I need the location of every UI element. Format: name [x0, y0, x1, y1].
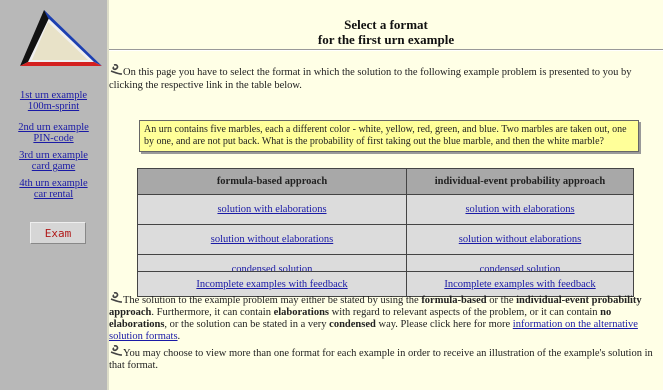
para-text: or the: [486, 295, 517, 306]
event-without-elaborations-link[interactable]: solution without elaborations: [459, 234, 582, 245]
main-content: Select a format for the first urn exampl…: [109, 0, 663, 390]
intro-text: On this page you have to select the form…: [109, 67, 632, 91]
sidebar-link-urn-3[interactable]: 3rd urn example card game: [0, 150, 107, 172]
bold-term: elaborations: [273, 307, 329, 318]
para-text: way. Please click here for more: [375, 319, 513, 330]
para-text: .: [177, 331, 181, 342]
bullet-scribble-icon: [110, 292, 123, 303]
format-table: formula-based approach individual-event …: [137, 168, 634, 285]
triangle-logo-icon: [20, 10, 102, 66]
bullet-scribble-icon: [110, 345, 123, 356]
intro-paragraph: On this page you have to select the form…: [109, 64, 663, 92]
nav-link-line1: 3rd urn example: [19, 150, 88, 161]
para-text: . Furthermore, it can contain: [151, 307, 274, 318]
para-text: with regard to relevant aspects of the p…: [329, 307, 601, 318]
page-title: Select a format for the first urn exampl…: [109, 17, 663, 47]
nav-link-line2: car rental: [33, 189, 74, 200]
title-line2: for the first urn example: [317, 32, 455, 47]
nav-link-line2: PIN-code: [33, 133, 74, 144]
table-row: solution without elaborations solution w…: [137, 224, 634, 255]
table-header-row: formula-based approach individual-event …: [137, 168, 634, 195]
nav-link-line2: card game: [31, 161, 76, 172]
event-with-elaborations-link[interactable]: solution with elaborations: [465, 204, 574, 215]
para-text: The solution to the example problem may …: [123, 295, 422, 306]
bullet-scribble-icon: [110, 64, 123, 75]
nav-link-line2: 100m-sprint: [27, 101, 80, 112]
nav-link-line1: 4th urn example: [19, 178, 88, 189]
multiple-formats-paragraph: You may choose to view more than one for…: [109, 345, 663, 372]
para-text: , or the solution can be stated in a ver…: [164, 319, 330, 330]
table-cell: solution with elaborations: [137, 194, 407, 225]
sidebar-link-urn-2[interactable]: 2nd urn example PIN-code: [0, 122, 107, 144]
formats-explanation-paragraph: The solution to the example problem may …: [109, 292, 663, 343]
nav-link-line1: 2nd urn example: [18, 122, 89, 133]
formula-without-elaborations-link[interactable]: solution without elaborations: [211, 234, 334, 245]
column-header-individual-event: individual-event probability approach: [406, 168, 634, 195]
column-header-formula: formula-based approach: [137, 168, 407, 195]
formula-incomplete-examples-link[interactable]: Incomplete examples with feedback: [196, 279, 347, 290]
table-cell: solution without elaborations: [137, 224, 407, 255]
table-cell: solution without elaborations: [406, 224, 634, 255]
title-divider: [109, 49, 663, 51]
formula-with-elaborations-link[interactable]: solution with elaborations: [217, 204, 326, 215]
bold-term: condensed: [329, 319, 376, 330]
title-line1: Select a format: [344, 17, 428, 32]
sidebar-link-urn-1[interactable]: 1st urn example 100m-sprint: [0, 90, 107, 112]
event-incomplete-examples-link[interactable]: Incomplete examples with feedback: [444, 279, 595, 290]
bold-term: formula-based: [421, 295, 487, 306]
problem-box: An urn contains five marbles, each a dif…: [139, 120, 639, 152]
sidebar-link-urn-4[interactable]: 4th urn example car rental: [0, 178, 107, 200]
exam-button[interactable]: Exam: [30, 222, 86, 244]
table-cell: solution with elaborations: [406, 194, 634, 225]
table-row: solution with elaborations solution with…: [137, 194, 634, 225]
para-text: You may choose to view more than one for…: [109, 348, 653, 371]
sidebar: 1st urn example 100m-sprint 2nd urn exam…: [0, 0, 107, 390]
nav-link-line1: 1st urn example: [19, 90, 88, 101]
